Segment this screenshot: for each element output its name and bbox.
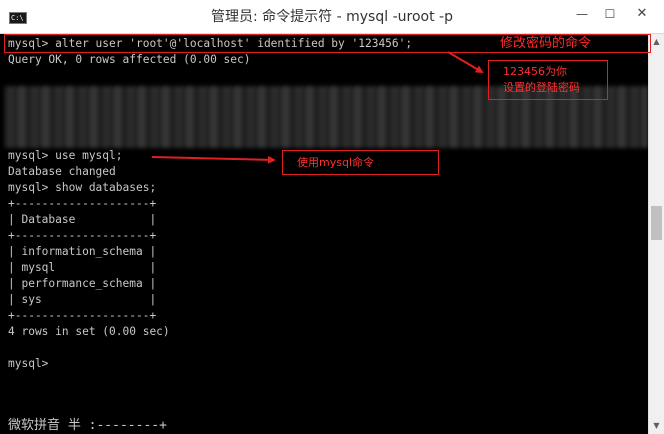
- table-border-top: +--------------------+: [8, 197, 157, 210]
- console-line-show-databases: mysql> show databases;: [8, 181, 157, 194]
- table-border-header: +--------------------+: [8, 229, 157, 242]
- close-button[interactable]: ✕: [630, 4, 654, 24]
- title-bar[interactable]: C:\ 管理员: 命令提示符 - mysql -uroot -p — ☐ ✕: [0, 0, 664, 34]
- password-annotation-box: 123456为你 设置的登陆密码: [488, 60, 608, 100]
- table-row: | sys |: [8, 293, 157, 306]
- console-line-query-ok: Query OK, 0 rows affected (0.00 sec): [8, 53, 251, 66]
- vertical-scrollbar[interactable]: ▲ ▼: [648, 34, 664, 434]
- maximize-button[interactable]: ☐: [598, 4, 622, 24]
- console-line-database-changed: Database changed: [8, 165, 116, 178]
- use-mysql-annotation-box: 使用mysql命令: [282, 150, 439, 175]
- console-line-row-count: 4 rows in set (0.00 sec): [8, 325, 170, 338]
- command-annotation: 修改密码的命令: [500, 36, 592, 51]
- ime-status-bar: 微软拼音 半 :--------+: [8, 418, 167, 433]
- table-header: | Database |: [8, 213, 157, 226]
- console-line-use-mysql: mysql> use mysql;: [8, 149, 123, 162]
- table-row: | information_schema |: [8, 245, 157, 258]
- table-row: | mysql |: [8, 261, 157, 274]
- scrollbar-thumb[interactable]: [651, 206, 662, 240]
- password-annotation-line1: 123456为你: [503, 65, 567, 78]
- minimize-button[interactable]: —: [570, 4, 594, 24]
- window-title: 管理员: 命令提示符 - mysql -uroot -p: [211, 9, 453, 25]
- console-prompt[interactable]: mysql>: [8, 356, 48, 372]
- password-annotation-line2: 设置的登陆密码: [503, 81, 580, 94]
- scroll-up-arrow-icon[interactable]: ▲: [649, 34, 664, 50]
- table-border-bottom: +--------------------+: [8, 309, 157, 322]
- command-prompt-window: C:\ 管理员: 命令提示符 - mysql -uroot -p — ☐ ✕ m…: [0, 0, 664, 434]
- scroll-down-arrow-icon[interactable]: ▼: [649, 418, 664, 434]
- table-row: | performance_schema |: [8, 277, 157, 290]
